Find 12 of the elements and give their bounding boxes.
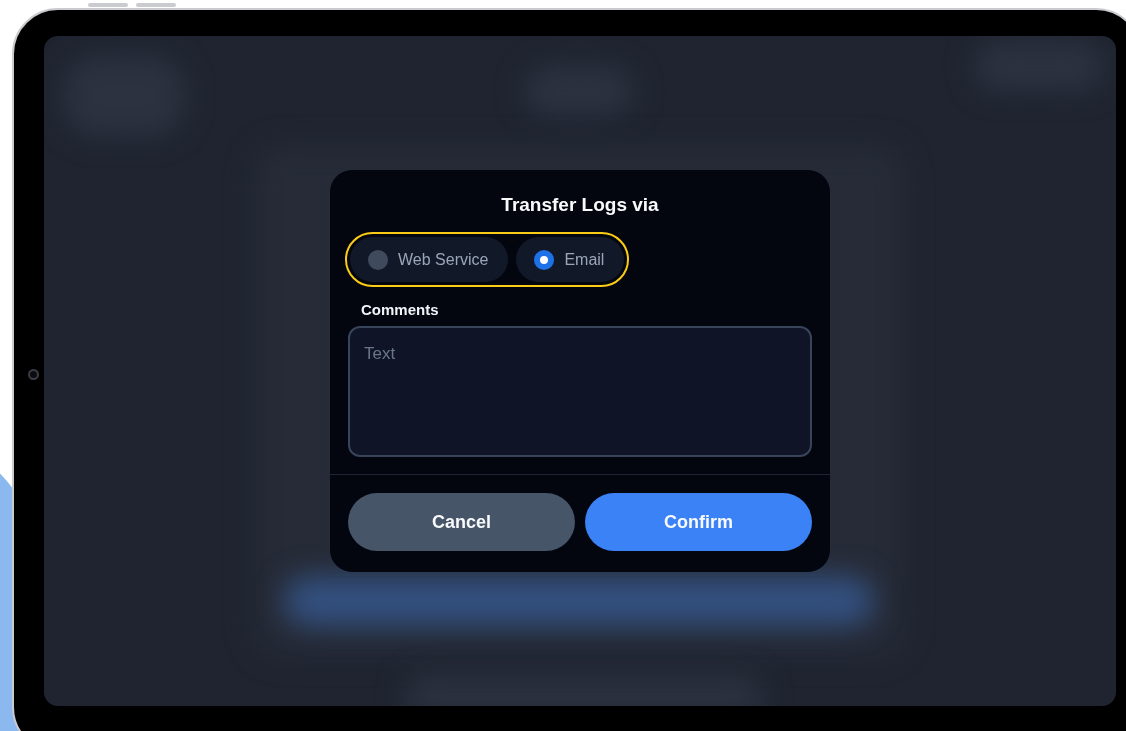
- cancel-button[interactable]: Cancel: [348, 493, 575, 551]
- radio-button[interactable]: [368, 249, 388, 270]
- comments-label: Comments: [361, 301, 440, 318]
- radio-button[interactable]: [534, 249, 555, 270]
- radio-option[interactable]: Web Service: [350, 237, 509, 282]
- radio-option[interactable]: Email: [516, 237, 625, 282]
- comments-field[interactable]: Text: [348, 326, 812, 457]
- confirm-button[interactable]: Confirm: [585, 493, 812, 551]
- radio-label: Web Service: [398, 250, 489, 269]
- dialog-title: Transfer Logs via: [500, 194, 660, 216]
- radio-label: Email: [564, 250, 605, 269]
- camera-dot: [28, 369, 39, 380]
